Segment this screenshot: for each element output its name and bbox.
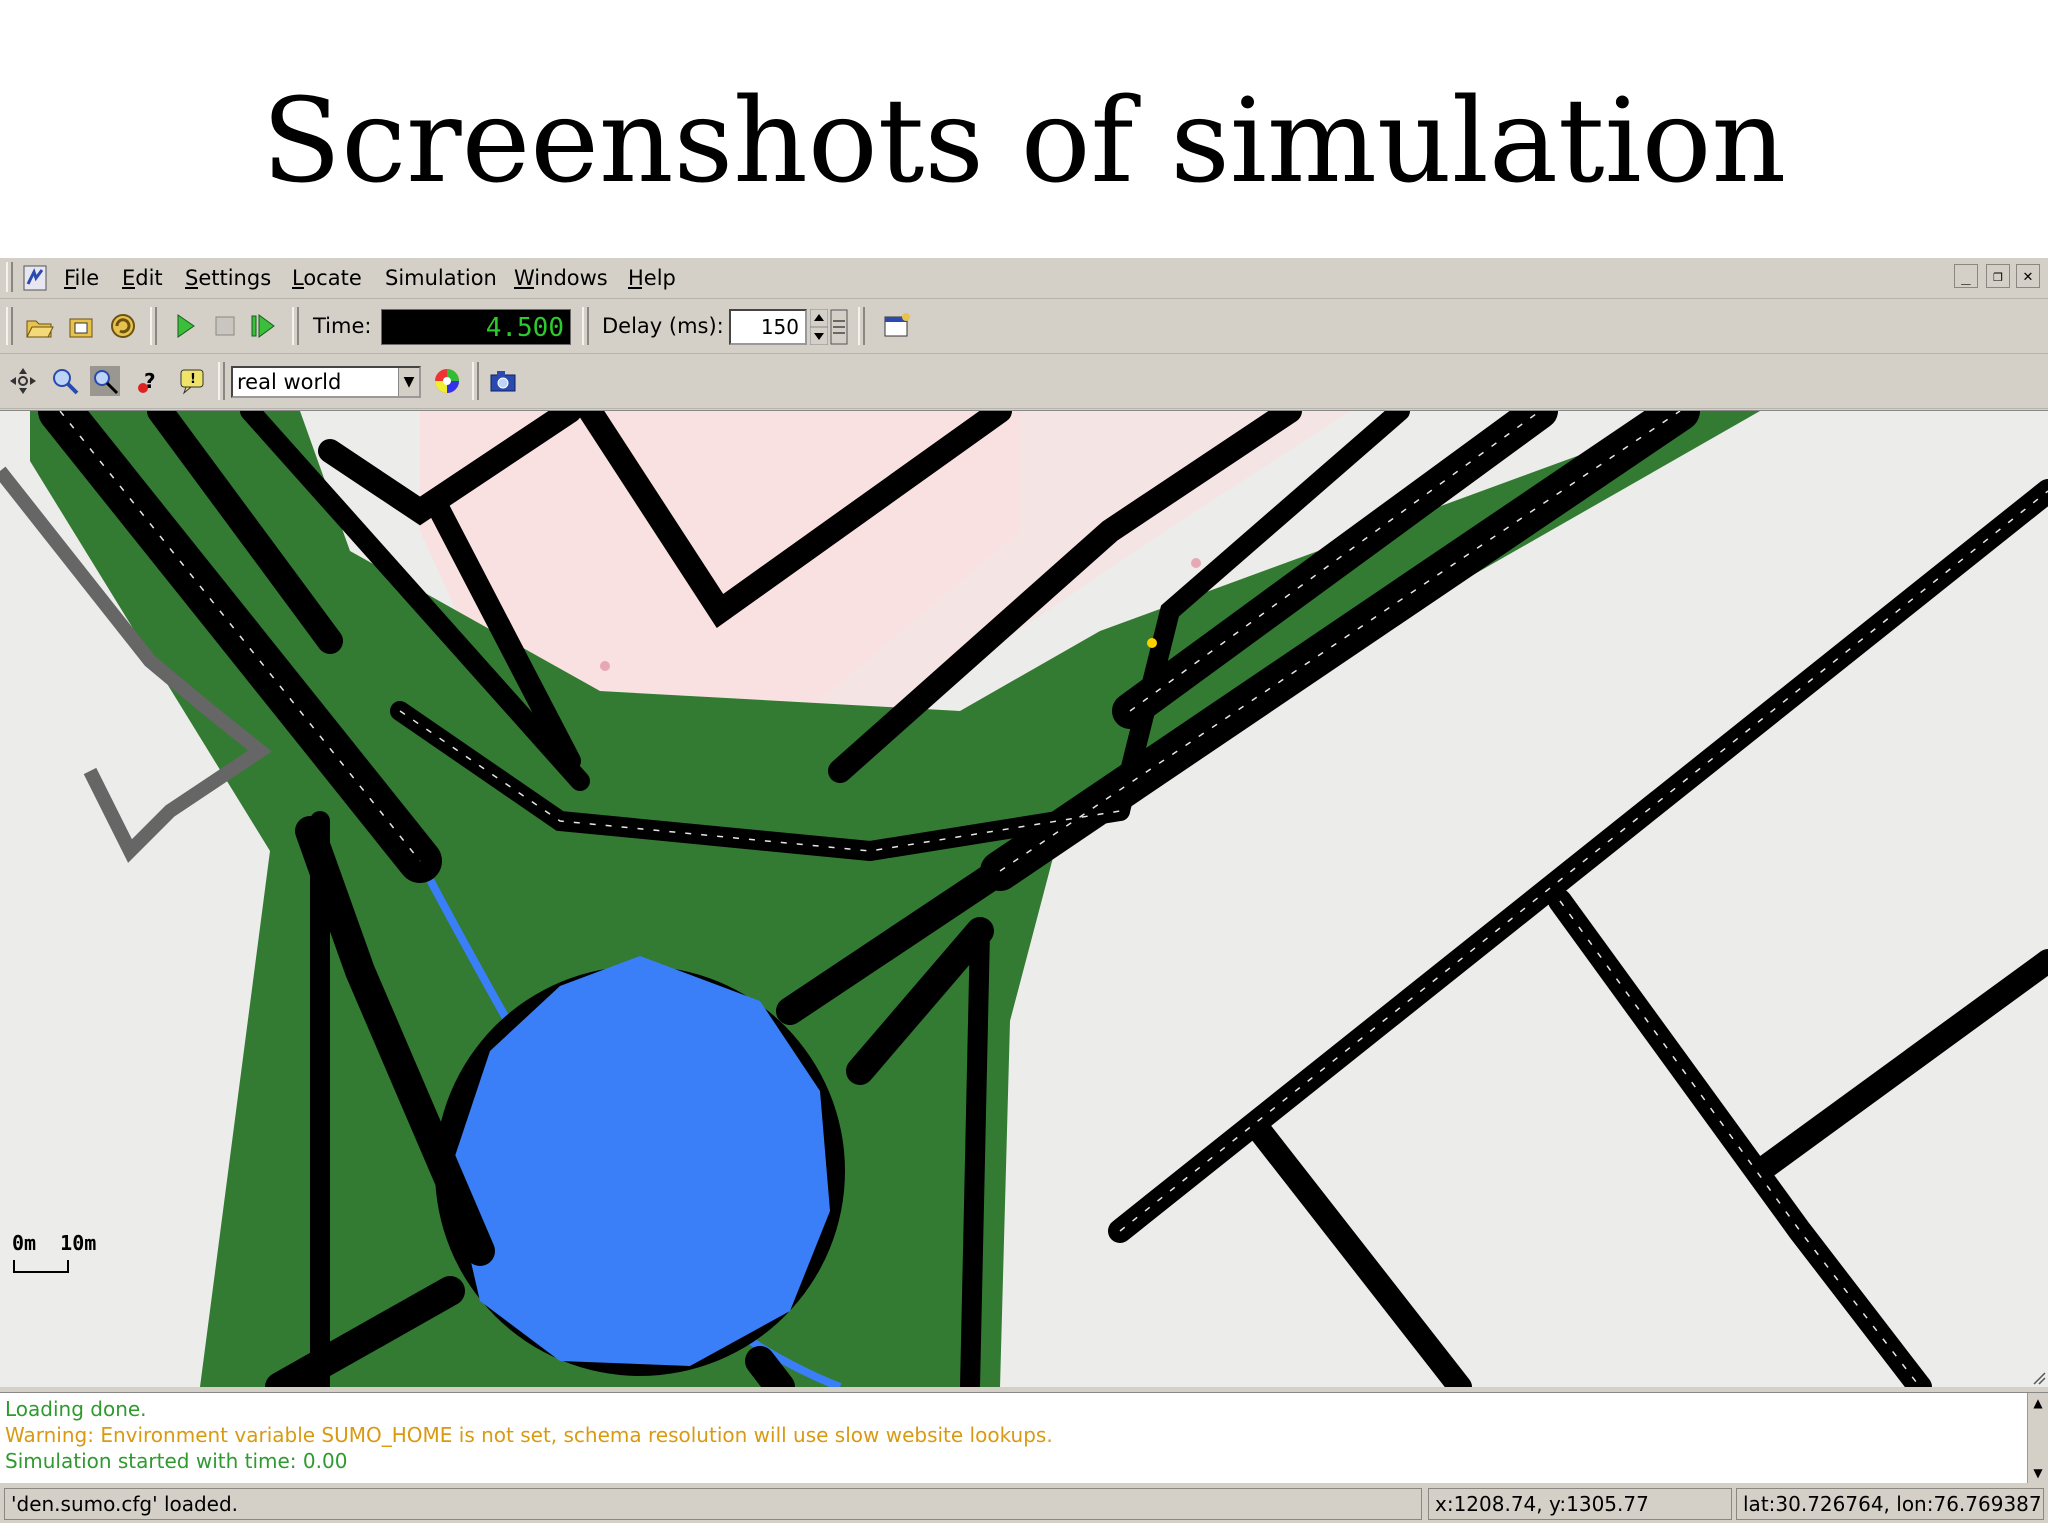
minimize-button[interactable]: _ (1954, 264, 1978, 288)
road (1548, 889, 1932, 1387)
toolbar-separator (218, 362, 225, 400)
poi-marker (1191, 558, 1201, 568)
sumo-gui-window: File Edit Settings Locate Simulation Win… (0, 258, 2048, 1523)
toolbar-separator (472, 362, 479, 400)
resize-grip[interactable] (2032, 1371, 2046, 1385)
scroll-up-icon[interactable]: ▲ (2028, 1393, 2048, 1413)
view-toolbar: ? ! real world ▼ (0, 354, 2048, 409)
road (1748, 949, 2048, 1183)
message-window: Loading done. Warning: Environment varia… (0, 1392, 2048, 1483)
toolbar-separator (582, 307, 589, 345)
recenter-view-icon[interactable] (8, 366, 38, 396)
delay-slider[interactable] (830, 309, 848, 345)
message-line-warning: Warning: Environment variable SUMO_HOME … (5, 1423, 1053, 1447)
scroll-down-icon[interactable]: ▼ (2028, 1463, 2048, 1483)
scheme-select[interactable]: real world ▼ (231, 366, 421, 398)
toolbar-separator (292, 307, 299, 345)
map-view[interactable]: 0m 10m (0, 410, 2048, 1387)
tooltip-icon[interactable]: ! (178, 366, 208, 396)
scale-ruler (13, 1260, 69, 1273)
open-network-icon[interactable] (66, 311, 96, 341)
message-scrollbar[interactable]: ▲ ▼ (2027, 1393, 2048, 1483)
statusbar: 'den.sumo.cfg' loaded. x:1208.74, y:1305… (0, 1484, 2048, 1522)
cursor-coordinates: x:1208.74, y:1305.77 (1428, 1488, 1732, 1520)
scheme-select-value: real world (237, 370, 342, 394)
step-icon[interactable] (248, 311, 278, 341)
message-line: Loading done. (5, 1397, 147, 1421)
status-text: 'den.sumo.cfg' loaded. (4, 1488, 1422, 1520)
road (960, 921, 990, 1387)
app-icon (23, 265, 47, 291)
locate-junction-icon[interactable] (90, 366, 120, 396)
restore-button[interactable]: ❐ (1986, 264, 2010, 288)
menubar-grip[interactable] (6, 262, 13, 292)
zoom-icon[interactable] (50, 366, 80, 396)
toolbar-separator (150, 307, 157, 345)
query-icon[interactable]: ? (134, 366, 164, 396)
road-network[interactable] (0, 411, 2048, 1387)
menu-simulation[interactable]: Simulation (385, 266, 497, 290)
vehicle-marker (1147, 638, 1157, 648)
run-icon[interactable] (170, 311, 200, 341)
color-wheel-icon[interactable] (432, 366, 462, 396)
delay-label: Delay (ms): (602, 314, 724, 338)
open-simulation-icon[interactable] (24, 311, 54, 341)
slide-title: Screenshots of simulation (261, 74, 1787, 209)
delay-input[interactable]: 150 (729, 309, 807, 345)
toolbar-separator (858, 307, 865, 345)
toolbar-grip[interactable] (6, 307, 13, 345)
screenshot-icon[interactable] (488, 366, 518, 396)
geo-coordinates: lat:30.726764, lon:76.769387 (1736, 1488, 2044, 1520)
chevron-down-icon[interactable]: ▼ (398, 368, 419, 396)
scale-bar: 0m 10m (12, 1231, 96, 1279)
delay-spinner[interactable] (810, 309, 828, 345)
svg-text:!: ! (190, 372, 196, 387)
scale-label: 0m 10m (12, 1231, 97, 1255)
time-display: 4.500 (381, 309, 571, 345)
stop-icon[interactable] (210, 311, 240, 341)
simulation-toolbar: Time: 4.500 Delay (ms): 150 (0, 299, 2048, 354)
menubar: File Edit Settings Locate Simulation Win… (0, 258, 2048, 299)
road (1248, 1119, 1472, 1387)
reload-icon[interactable] (108, 311, 138, 341)
road (745, 1346, 795, 1387)
close-button[interactable]: ✕ (2016, 264, 2040, 288)
time-label: Time: (313, 314, 372, 338)
message-line: Simulation started with time: 0.00 (5, 1449, 348, 1473)
poi-marker (600, 661, 610, 671)
new-view-icon[interactable] (882, 311, 912, 341)
